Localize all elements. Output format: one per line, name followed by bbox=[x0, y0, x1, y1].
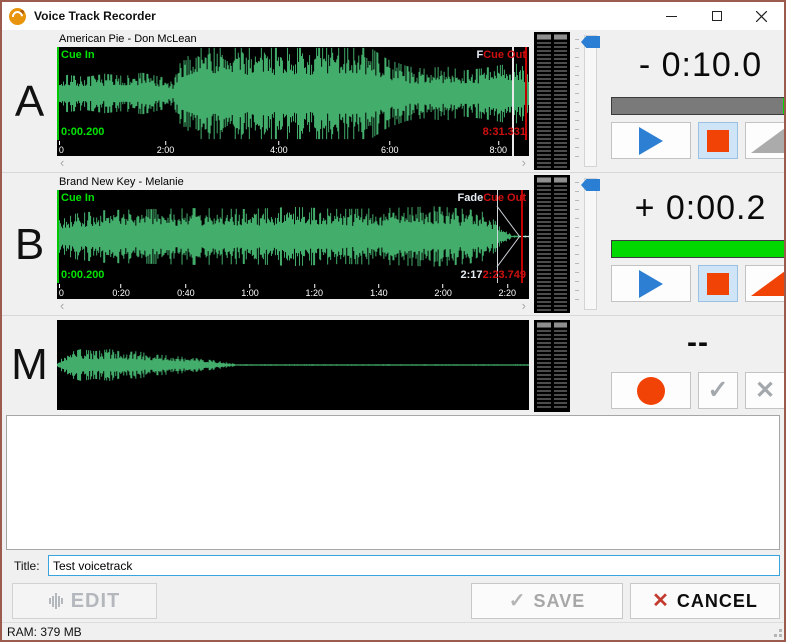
track-m-vu-meter bbox=[534, 320, 570, 412]
title-input[interactable] bbox=[48, 555, 780, 576]
track-a-fade-button[interactable] bbox=[745, 122, 784, 159]
track-b-fade-label: Fade bbox=[457, 192, 484, 204]
track-a-cue-in-marker bbox=[57, 47, 59, 140]
slider-ticks bbox=[575, 39, 579, 163]
play-icon bbox=[639, 269, 663, 298]
status-bar: RAM: 379 MB bbox=[2, 622, 784, 640]
track-b-progress-bar bbox=[611, 240, 784, 258]
track-m-waveform[interactable] bbox=[57, 320, 529, 410]
resize-grip[interactable] bbox=[779, 634, 782, 637]
track-a-cue-out-time: 8:31.331 bbox=[482, 126, 526, 138]
x-icon: ✕ bbox=[652, 590, 669, 612]
track-a-play-button[interactable] bbox=[611, 122, 691, 159]
track-b-fade-button[interactable] bbox=[745, 265, 784, 302]
notes-textarea[interactable] bbox=[6, 415, 780, 550]
track-b-stop-button[interactable] bbox=[698, 265, 738, 302]
minimize-button[interactable] bbox=[649, 2, 694, 30]
track-a-vu-meter bbox=[534, 32, 570, 170]
track-m-label: M bbox=[11, 340, 48, 389]
track-a-waveform-svg bbox=[57, 47, 529, 140]
track-a: A American Pie - Don McLean Cue In 0:00.… bbox=[2, 30, 784, 172]
track-b-time-display: + 0:00.2 bbox=[634, 189, 767, 227]
track-a-time-display: - 0:10.0 bbox=[638, 46, 763, 84]
scroll-right-icon[interactable]: › bbox=[522, 299, 526, 312]
track-m-waveform-svg bbox=[57, 349, 529, 381]
track-b-cue-out-label: Cue Out bbox=[483, 192, 526, 204]
stop-icon bbox=[707, 129, 729, 152]
window-title: Voice Track Recorder bbox=[34, 9, 156, 23]
edit-button[interactable]: EDIT bbox=[12, 583, 157, 619]
close-button[interactable] bbox=[739, 2, 784, 30]
check-icon: ✓ bbox=[508, 590, 526, 612]
cancel-button[interactable]: ✕ CANCEL bbox=[630, 583, 780, 619]
stop-icon bbox=[707, 272, 729, 295]
track-a-cue-out-label: Cue Out bbox=[483, 49, 526, 61]
waveform-edit-icon bbox=[48, 593, 63, 609]
slider-groove[interactable] bbox=[584, 35, 597, 167]
track-b-vu-meter bbox=[534, 175, 570, 313]
track-b-cue-out-time: 2:23.749 bbox=[482, 269, 526, 281]
fade-icon bbox=[750, 128, 784, 153]
maximize-button[interactable] bbox=[694, 2, 739, 30]
scroll-left-icon[interactable]: ‹ bbox=[60, 299, 64, 312]
track-b-play-button[interactable] bbox=[611, 265, 691, 302]
track-a-ruler[interactable]: 0 2:00 4:00 6:00 8:00 bbox=[57, 140, 529, 156]
slider-groove[interactable] bbox=[584, 178, 597, 310]
track-b-volume-slider[interactable] bbox=[575, 177, 603, 311]
track-b-waveform[interactable]: Cue In 0:00.200 FadeCue Out 2:172:23.749 bbox=[57, 190, 529, 283]
track-a-waveform[interactable]: Cue In 0:00.200 FCue Out 8:31.331 bbox=[57, 47, 529, 140]
accept-recording-button[interactable]: ✓ bbox=[698, 372, 738, 409]
track-m: M -- ✓ ✕ bbox=[2, 315, 784, 412]
scroll-right-icon[interactable]: › bbox=[522, 156, 526, 169]
play-icon bbox=[639, 126, 663, 155]
track-a-label: A bbox=[14, 77, 45, 126]
track-b-scrollbar[interactable]: ‹ › bbox=[57, 299, 529, 313]
discard-recording-button[interactable]: ✕ bbox=[745, 372, 784, 409]
fade-icon bbox=[750, 271, 784, 296]
scroll-left-icon[interactable]: ‹ bbox=[60, 156, 64, 169]
track-b-fade-time: 2:17 bbox=[460, 269, 483, 281]
track-b-song-title: Brand New Key - Melanie bbox=[59, 176, 184, 188]
track-b-cue-in-time: 0:00.200 bbox=[61, 269, 105, 281]
app-icon bbox=[9, 7, 26, 25]
track-b-ruler[interactable]: 0 0:20 0:40 1:00 1:20 1:40 2:00 2:20 bbox=[57, 283, 529, 299]
track-b-label: B bbox=[14, 220, 45, 269]
track-a-scrollbar[interactable]: ‹ › bbox=[57, 156, 529, 170]
track-a-cue-in-label: Cue In bbox=[61, 49, 95, 61]
titlebar: Voice Track Recorder bbox=[2, 2, 784, 30]
track-a-progress-bar bbox=[611, 97, 784, 115]
title-label: Title: bbox=[14, 558, 40, 573]
record-icon bbox=[637, 376, 665, 405]
track-a-progress-elapsed bbox=[612, 98, 783, 114]
track-a-cue-in-time: 0:00.200 bbox=[61, 126, 105, 138]
save-button[interactable]: ✓ SAVE bbox=[471, 583, 623, 619]
check-icon: ✓ bbox=[707, 376, 729, 404]
track-a-song-title: American Pie - Don McLean bbox=[59, 33, 197, 45]
track-a-volume-slider[interactable] bbox=[575, 34, 603, 168]
ram-usage: RAM: 379 MB bbox=[7, 624, 82, 639]
slider-ticks bbox=[575, 182, 579, 306]
track-b: B Brand New Key - Melanie Cue In 0:00.20… bbox=[2, 172, 784, 315]
voice-track-recorder-window: Voice Track Recorder A American Pie - Do… bbox=[0, 0, 786, 642]
record-button[interactable] bbox=[611, 372, 691, 409]
track-b-cue-in-label: Cue In bbox=[61, 192, 95, 204]
track-m-time-display: -- bbox=[687, 326, 709, 359]
track-a-stop-button[interactable] bbox=[698, 122, 738, 159]
x-icon: ✕ bbox=[754, 376, 776, 404]
